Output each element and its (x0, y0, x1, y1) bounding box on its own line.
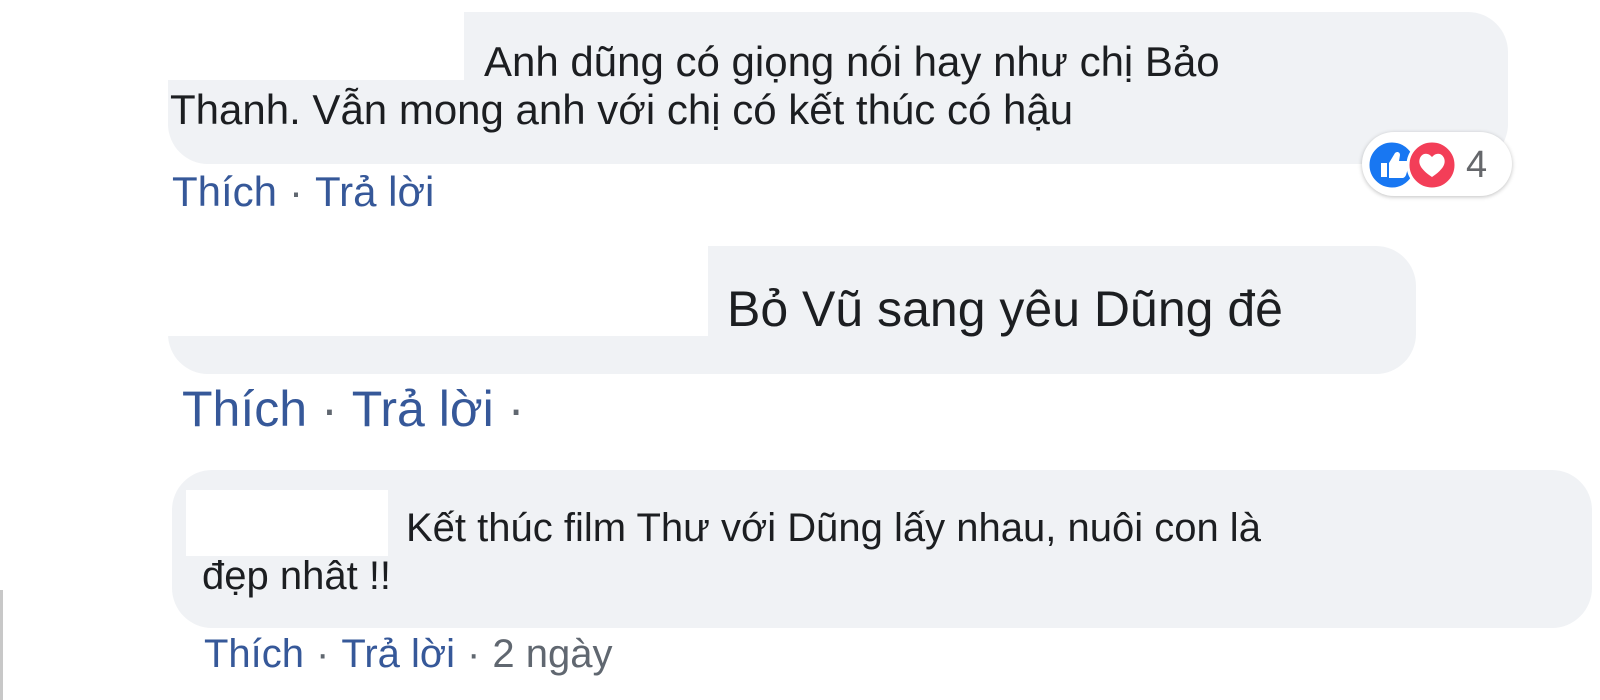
redacted-author-name-3 (186, 490, 388, 556)
comment-text-3-line-2: đẹp nhât !! (202, 554, 392, 598)
separator: · (316, 632, 330, 676)
timestamp: 2 ngày (492, 632, 613, 676)
comment-text-3-line-1: Kết thúc film Thư với Dũng lấy nhau, nuô… (406, 506, 1261, 550)
comment-text-1-line-2: Thanh. Vẫn mong anh với chị có kết thúc … (170, 86, 1074, 133)
comment-thread: Anh dũng có giọng nói hay như chị Bảo Th… (0, 0, 1600, 700)
comment-actions-2: Thích · Trả lời · (182, 380, 538, 438)
like-link-1[interactable]: Thích (172, 168, 277, 216)
reply-link-2[interactable]: Trả lời (352, 380, 494, 438)
reply-link-3[interactable]: Trả lời (341, 632, 455, 677)
separator: · (289, 168, 304, 215)
reply-link-1[interactable]: Trả lời (315, 168, 434, 216)
comment-text-2: Bỏ Vũ sang yêu Dũng đê (727, 281, 1283, 337)
comment-text-1-line-1: Anh dũng có giọng nói hay như chị Bảo (484, 38, 1220, 85)
left-edge-divider (0, 590, 3, 700)
trailing-separator: · (507, 381, 525, 437)
separator: · (467, 632, 481, 676)
reaction-summary[interactable]: 4 (1362, 132, 1512, 196)
like-link-2[interactable]: Thích (182, 380, 307, 438)
like-link-3[interactable]: Thích (204, 632, 304, 677)
separator: · (321, 381, 338, 437)
love-icon (1406, 139, 1458, 191)
comment-actions-1: Thích · Trả lời (172, 168, 434, 216)
comment-actions-3: Thích · Trả lời · 2 ngày (204, 632, 612, 677)
reaction-count: 4 (1466, 144, 1488, 186)
redacted-author-name-1 (168, 0, 464, 80)
redacted-author-name-2 (168, 236, 708, 336)
